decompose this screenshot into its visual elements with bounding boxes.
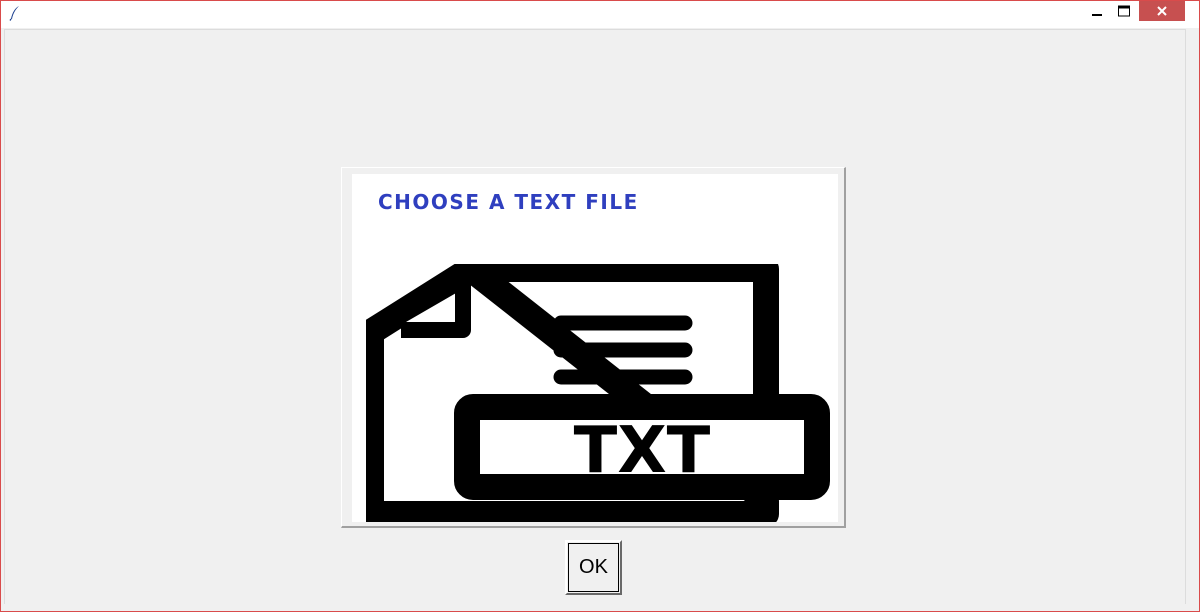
choose-file-image: CHOOSE A TEXT FILE TXT xyxy=(352,174,838,522)
feather-icon xyxy=(9,6,19,21)
image-title: CHOOSE A TEXT FILE xyxy=(378,190,639,214)
title-bar[interactable] xyxy=(1,1,1199,28)
close-button[interactable] xyxy=(1139,1,1185,21)
maximize-icon xyxy=(1118,5,1130,17)
maximize-button[interactable] xyxy=(1111,1,1137,21)
txt-file-icon: TXT xyxy=(366,264,830,522)
minimize-icon xyxy=(1092,14,1102,16)
image-label: CHOOSE A TEXT FILE TXT xyxy=(341,167,846,528)
close-icon xyxy=(1157,6,1167,16)
txt-badge-label: TXT xyxy=(574,414,711,488)
ok-button[interactable]: OK xyxy=(565,540,622,595)
minimize-button[interactable] xyxy=(1085,1,1109,21)
app-window: CHOOSE A TEXT FILE TXT OK xyxy=(0,0,1200,612)
